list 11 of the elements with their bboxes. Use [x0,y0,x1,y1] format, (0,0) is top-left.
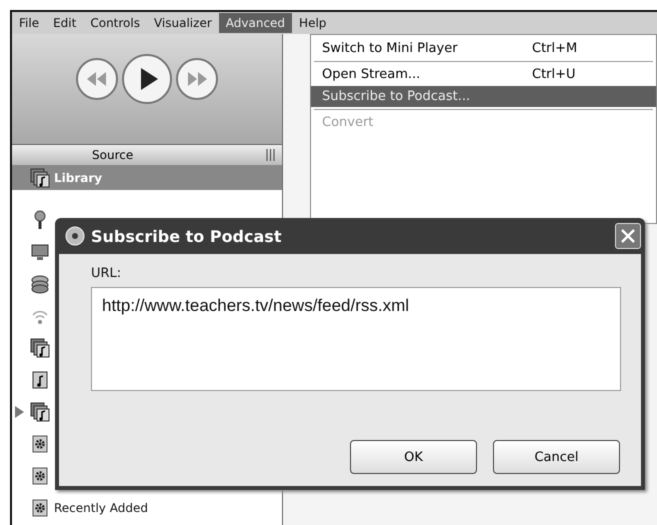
column-title: Source [92,148,134,162]
field-label: URL: [91,266,122,281]
menu-entry-label: Switch to Mini Player [321,41,459,56]
menu-entry-label: Subscribe to Podcast... [321,89,472,104]
shortcut-label: Ctrl+M [532,41,578,56]
shortcut-label: Ctrl+U [532,67,576,82]
sidebar-label: Library [54,171,102,185]
menu-entry-label: Convert [321,115,374,130]
menu-entry-label: Open Stream... [321,67,422,82]
dialog-title: Subscribe to Podcast [91,226,282,246]
sidebar-label: Recently Added [54,501,148,515]
